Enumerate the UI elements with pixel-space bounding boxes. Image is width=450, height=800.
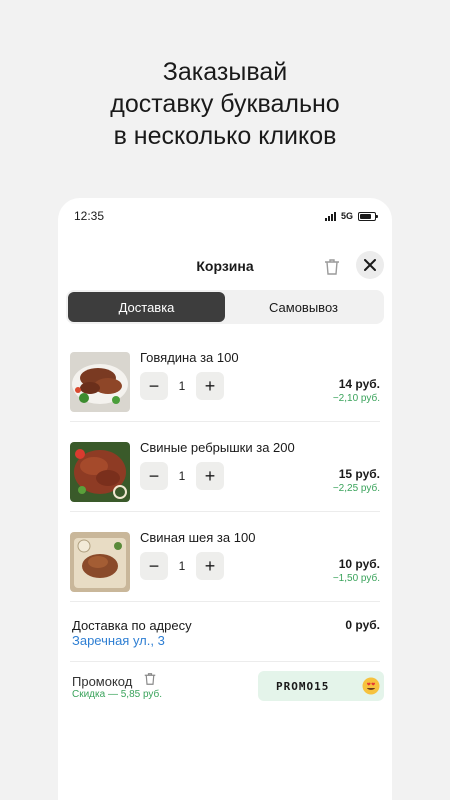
plus-icon: + [204,555,216,576]
promo-code-chip[interactable]: PROMO15 [258,671,384,701]
item-discount: −2,10 руб. [332,393,380,404]
tab-delivery[interactable]: Доставка [68,292,225,322]
item-price: 14 руб. [338,377,380,391]
increment-button[interactable]: + [196,462,224,490]
headline-line-3: в несколько кликов [113,122,337,150]
item-quantity: 1 [178,559,186,573]
delivery-label: Доставка по адресу [72,618,192,633]
minus-icon: − [148,555,160,576]
promo-code: PROMO15 [276,679,330,693]
promo-label: Промокод [72,674,133,689]
quantity-stepper: − 1 + [140,462,224,490]
decrement-button[interactable]: − [140,462,168,490]
heart-eyes-emoji-icon [362,677,380,695]
cart-title: Корзина [196,258,254,274]
headline-line-2: доставку буквально [110,90,340,118]
status-time: 12:35 [74,209,105,223]
delivery-address-link[interactable]: Заречная ул., 3 [72,633,165,648]
item-discount: −2,25 руб. [332,483,380,494]
plus-icon: + [204,465,216,486]
promo-discount: Скидка — 5,85 руб. [72,689,163,700]
phone-screen: 12:35 5G Корзина Доставка Самовывоз Говя… [58,198,392,800]
close-icon [364,259,376,271]
increment-button[interactable]: + [196,552,224,580]
delivery-price: 0 руб. [345,618,380,632]
clear-cart-button[interactable] [320,255,344,279]
item-image-beef [70,352,130,412]
tab-pickup[interactable]: Самовывоз [225,292,382,322]
item-discount: −1,50 руб. [332,573,380,584]
close-button[interactable] [356,251,384,279]
item-name: Говядина за 100 [140,350,239,365]
item-name: Свиная шея за 100 [140,530,256,545]
minus-icon: − [148,375,160,396]
trash-icon [325,259,339,275]
signal-icon [324,211,336,221]
promo-headline: Заказывай доставку буквально в несколько… [0,56,450,152]
item-price: 10 руб. [338,557,380,571]
battery-icon [358,211,378,221]
headline-line-1: Заказывай [162,58,288,86]
item-quantity: 1 [178,469,186,483]
decrement-button[interactable]: − [140,372,168,400]
item-image-pork-neck [70,532,130,592]
cart-header: Корзина [58,234,392,290]
cart-item: Свиные ребрышки за 200 − 1 + 15 руб. −2,… [70,422,380,512]
network-label: 5G [340,211,353,221]
status-icons: 5G [324,211,378,221]
trash-icon [144,673,156,685]
minus-icon: − [148,465,160,486]
item-price: 15 руб. [338,467,380,481]
quantity-stepper: − 1 + [140,552,224,580]
increment-button[interactable]: + [196,372,224,400]
plus-icon: + [204,375,216,396]
item-image-ribs [70,442,130,502]
cart-item: Говядина за 100 − 1 + 14 руб. −2,10 руб. [70,332,380,422]
cart-item: Свиная шея за 100 − 1 + 10 руб. −1,50 ру… [70,512,380,602]
delivery-mode-tabs: Доставка Самовывоз [66,290,384,324]
delivery-row: Доставка по адресу Заречная ул., 3 0 руб… [70,602,380,662]
item-quantity: 1 [178,379,186,393]
remove-promo-button[interactable] [144,672,158,688]
promo-row: Промокод Скидка — 5,85 руб. PROMO15 [70,662,384,722]
decrement-button[interactable]: − [140,552,168,580]
item-name: Свиные ребрышки за 200 [140,440,295,455]
status-bar: 12:35 5G [58,198,392,234]
quantity-stepper: − 1 + [140,372,224,400]
cart-items: Говядина за 100 − 1 + 14 руб. −2,10 руб. [58,332,392,602]
